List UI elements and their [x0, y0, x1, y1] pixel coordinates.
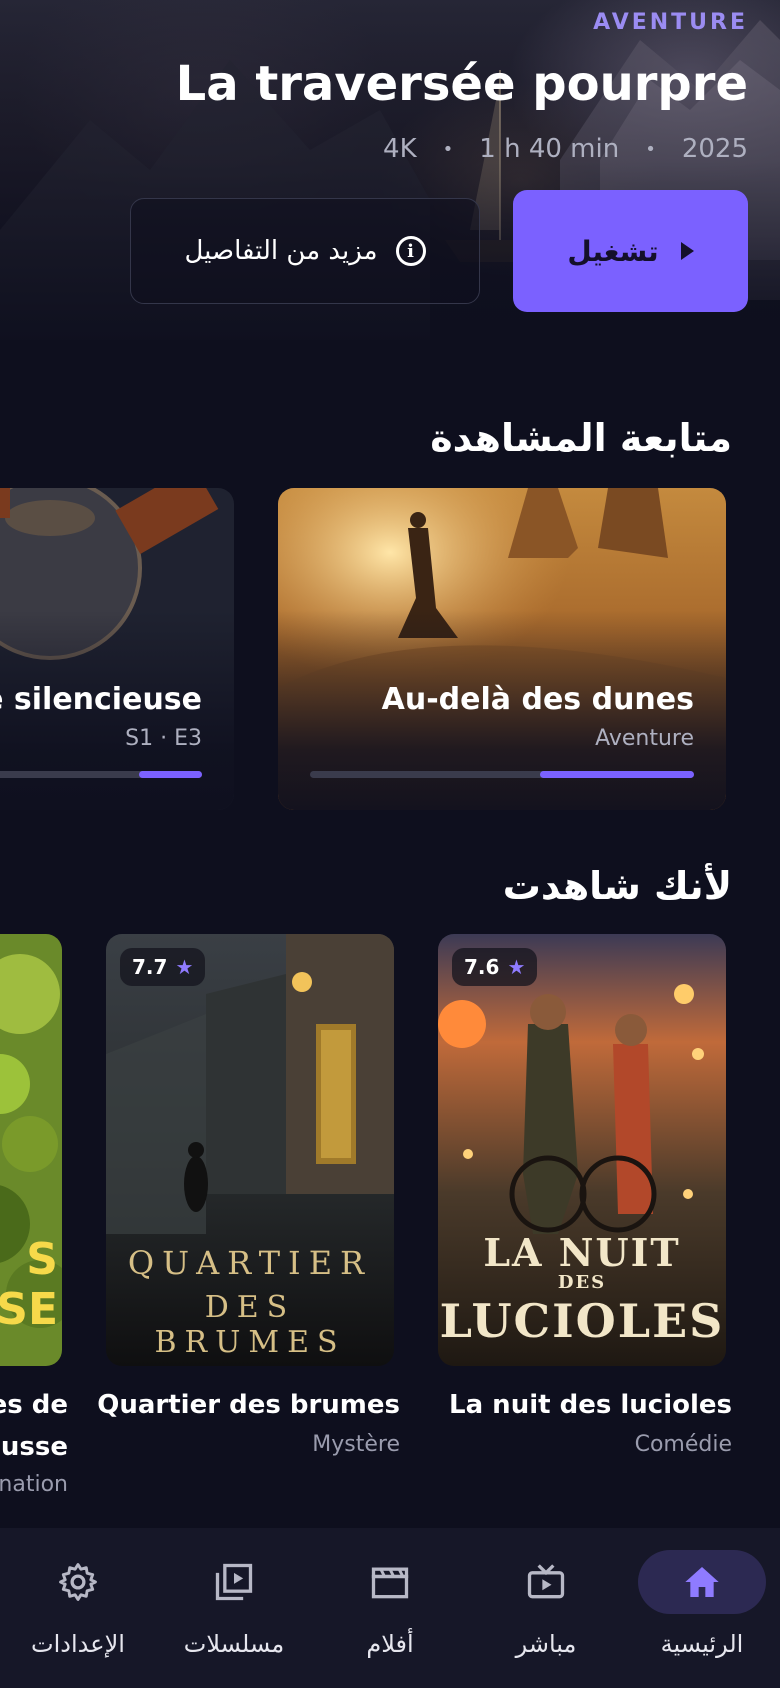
nav-icon-container	[170, 1550, 298, 1614]
because-watched-title: لأنك شاهدت	[502, 864, 732, 908]
poster-title-line: S	[26, 1234, 58, 1285]
movie-poster[interactable]: LA NUIT DES LUCIOLES 7.6 ★	[438, 934, 726, 1366]
progress-fill	[139, 771, 202, 778]
nav-icon-container	[14, 1550, 142, 1614]
rating-badge: 7.6 ★	[452, 948, 538, 986]
star-icon: ★	[175, 955, 194, 979]
continue-card-subtitle: S1 · E3	[125, 726, 202, 751]
movie-title-line[interactable]: ousse	[0, 1432, 68, 1462]
rating-value: 7.6	[464, 955, 500, 979]
movie-genre: Mystère	[312, 1432, 400, 1457]
hero-title: La traversée pourpre	[175, 56, 748, 112]
nav-label: مباشر	[515, 1630, 577, 1658]
hero-meta: 4K • 1 h 40 min • 2025	[383, 134, 748, 164]
nav-item-live[interactable]: مباشر	[476, 1550, 616, 1670]
info-icon: i	[395, 236, 426, 266]
poster-title-line: LA NUIT	[483, 1230, 681, 1275]
poster-title-line: SE	[0, 1284, 58, 1335]
meta-separator: •	[645, 138, 656, 160]
nav-label: الرئيسية	[660, 1630, 744, 1658]
continue-card[interactable]: te silencieuse S1 · E3	[0, 488, 234, 810]
home-icon	[685, 1567, 719, 1597]
continue-card-subtitle: Aventure	[595, 726, 694, 751]
poster-title-line: DES	[557, 1272, 607, 1293]
video-library-icon	[215, 1563, 253, 1601]
live-tv-icon	[527, 1564, 565, 1599]
nav-item-series[interactable]: مسلسلات	[164, 1550, 304, 1670]
play-button[interactable]: تشغيل	[513, 190, 748, 312]
hero-genre: AVENTURE	[593, 10, 748, 35]
nav-item-settings[interactable]: الإعدادات	[8, 1550, 148, 1670]
play-label: تشغيل	[567, 234, 659, 268]
rating-value: 7.7	[132, 955, 168, 979]
movie-genre: Comédie	[634, 1432, 732, 1457]
play-icon	[680, 242, 694, 260]
movie-genre: nation	[0, 1472, 68, 1497]
poster-title-line: LUCIOLES	[439, 1294, 725, 1348]
continue-watching-title: متابعة المشاهدة	[430, 416, 732, 460]
bottom-navigation: الرئيسية مباشر أفلام مسلسلات الإعدادات	[0, 1528, 780, 1688]
meta-separator: •	[442, 138, 454, 160]
nav-label: أفلام	[366, 1630, 414, 1658]
progress-track	[0, 771, 202, 778]
more-details-button[interactable]: مزيد من التفاصيل i	[130, 198, 480, 304]
home-screen: AVENTURE La traversée pourpre 4K • 1 h 4…	[0, 0, 780, 1688]
hero-year: 2025	[681, 134, 748, 164]
nav-icon-container	[326, 1550, 454, 1614]
continue-card-title: te silencieuse	[0, 682, 202, 717]
movie-title-line[interactable]: es de	[0, 1390, 68, 1420]
nav-icon-container	[482, 1550, 610, 1614]
movie-title[interactable]: Quartier des brumes	[97, 1390, 400, 1420]
nav-label: مسلسلات	[183, 1630, 285, 1658]
poster-title-line: QUARTIER	[127, 1244, 373, 1282]
poster-title-line: DES BRUMES	[154, 1290, 346, 1360]
star-icon: ★	[507, 955, 526, 979]
hero-duration: 1 h 40 min	[479, 134, 620, 164]
movie-poster[interactable]: QUARTIER DES BRUMES 7.7 ★	[106, 934, 394, 1366]
nav-item-home[interactable]: الرئيسية	[632, 1550, 772, 1670]
clapperboard-icon	[371, 1567, 409, 1599]
hero-quality: 4K	[383, 134, 417, 164]
nav-icon-container	[638, 1550, 766, 1614]
nav-label: الإعدادات	[31, 1630, 125, 1658]
progress-track	[310, 771, 694, 778]
rating-badge: 7.7 ★	[120, 948, 206, 986]
more-details-label: مزيد من التفاصيل	[184, 236, 378, 266]
movie-poster[interactable]: S SE	[0, 934, 62, 1366]
gear-icon	[59, 1563, 97, 1601]
continue-card-title: Au-delà des dunes	[381, 682, 694, 717]
nav-item-movies[interactable]: أفلام	[320, 1550, 460, 1670]
progress-fill	[540, 771, 694, 778]
continue-card[interactable]: Au-delà des dunes Aventure	[278, 488, 726, 810]
movie-title[interactable]: La nuit des lucioles	[449, 1390, 732, 1420]
